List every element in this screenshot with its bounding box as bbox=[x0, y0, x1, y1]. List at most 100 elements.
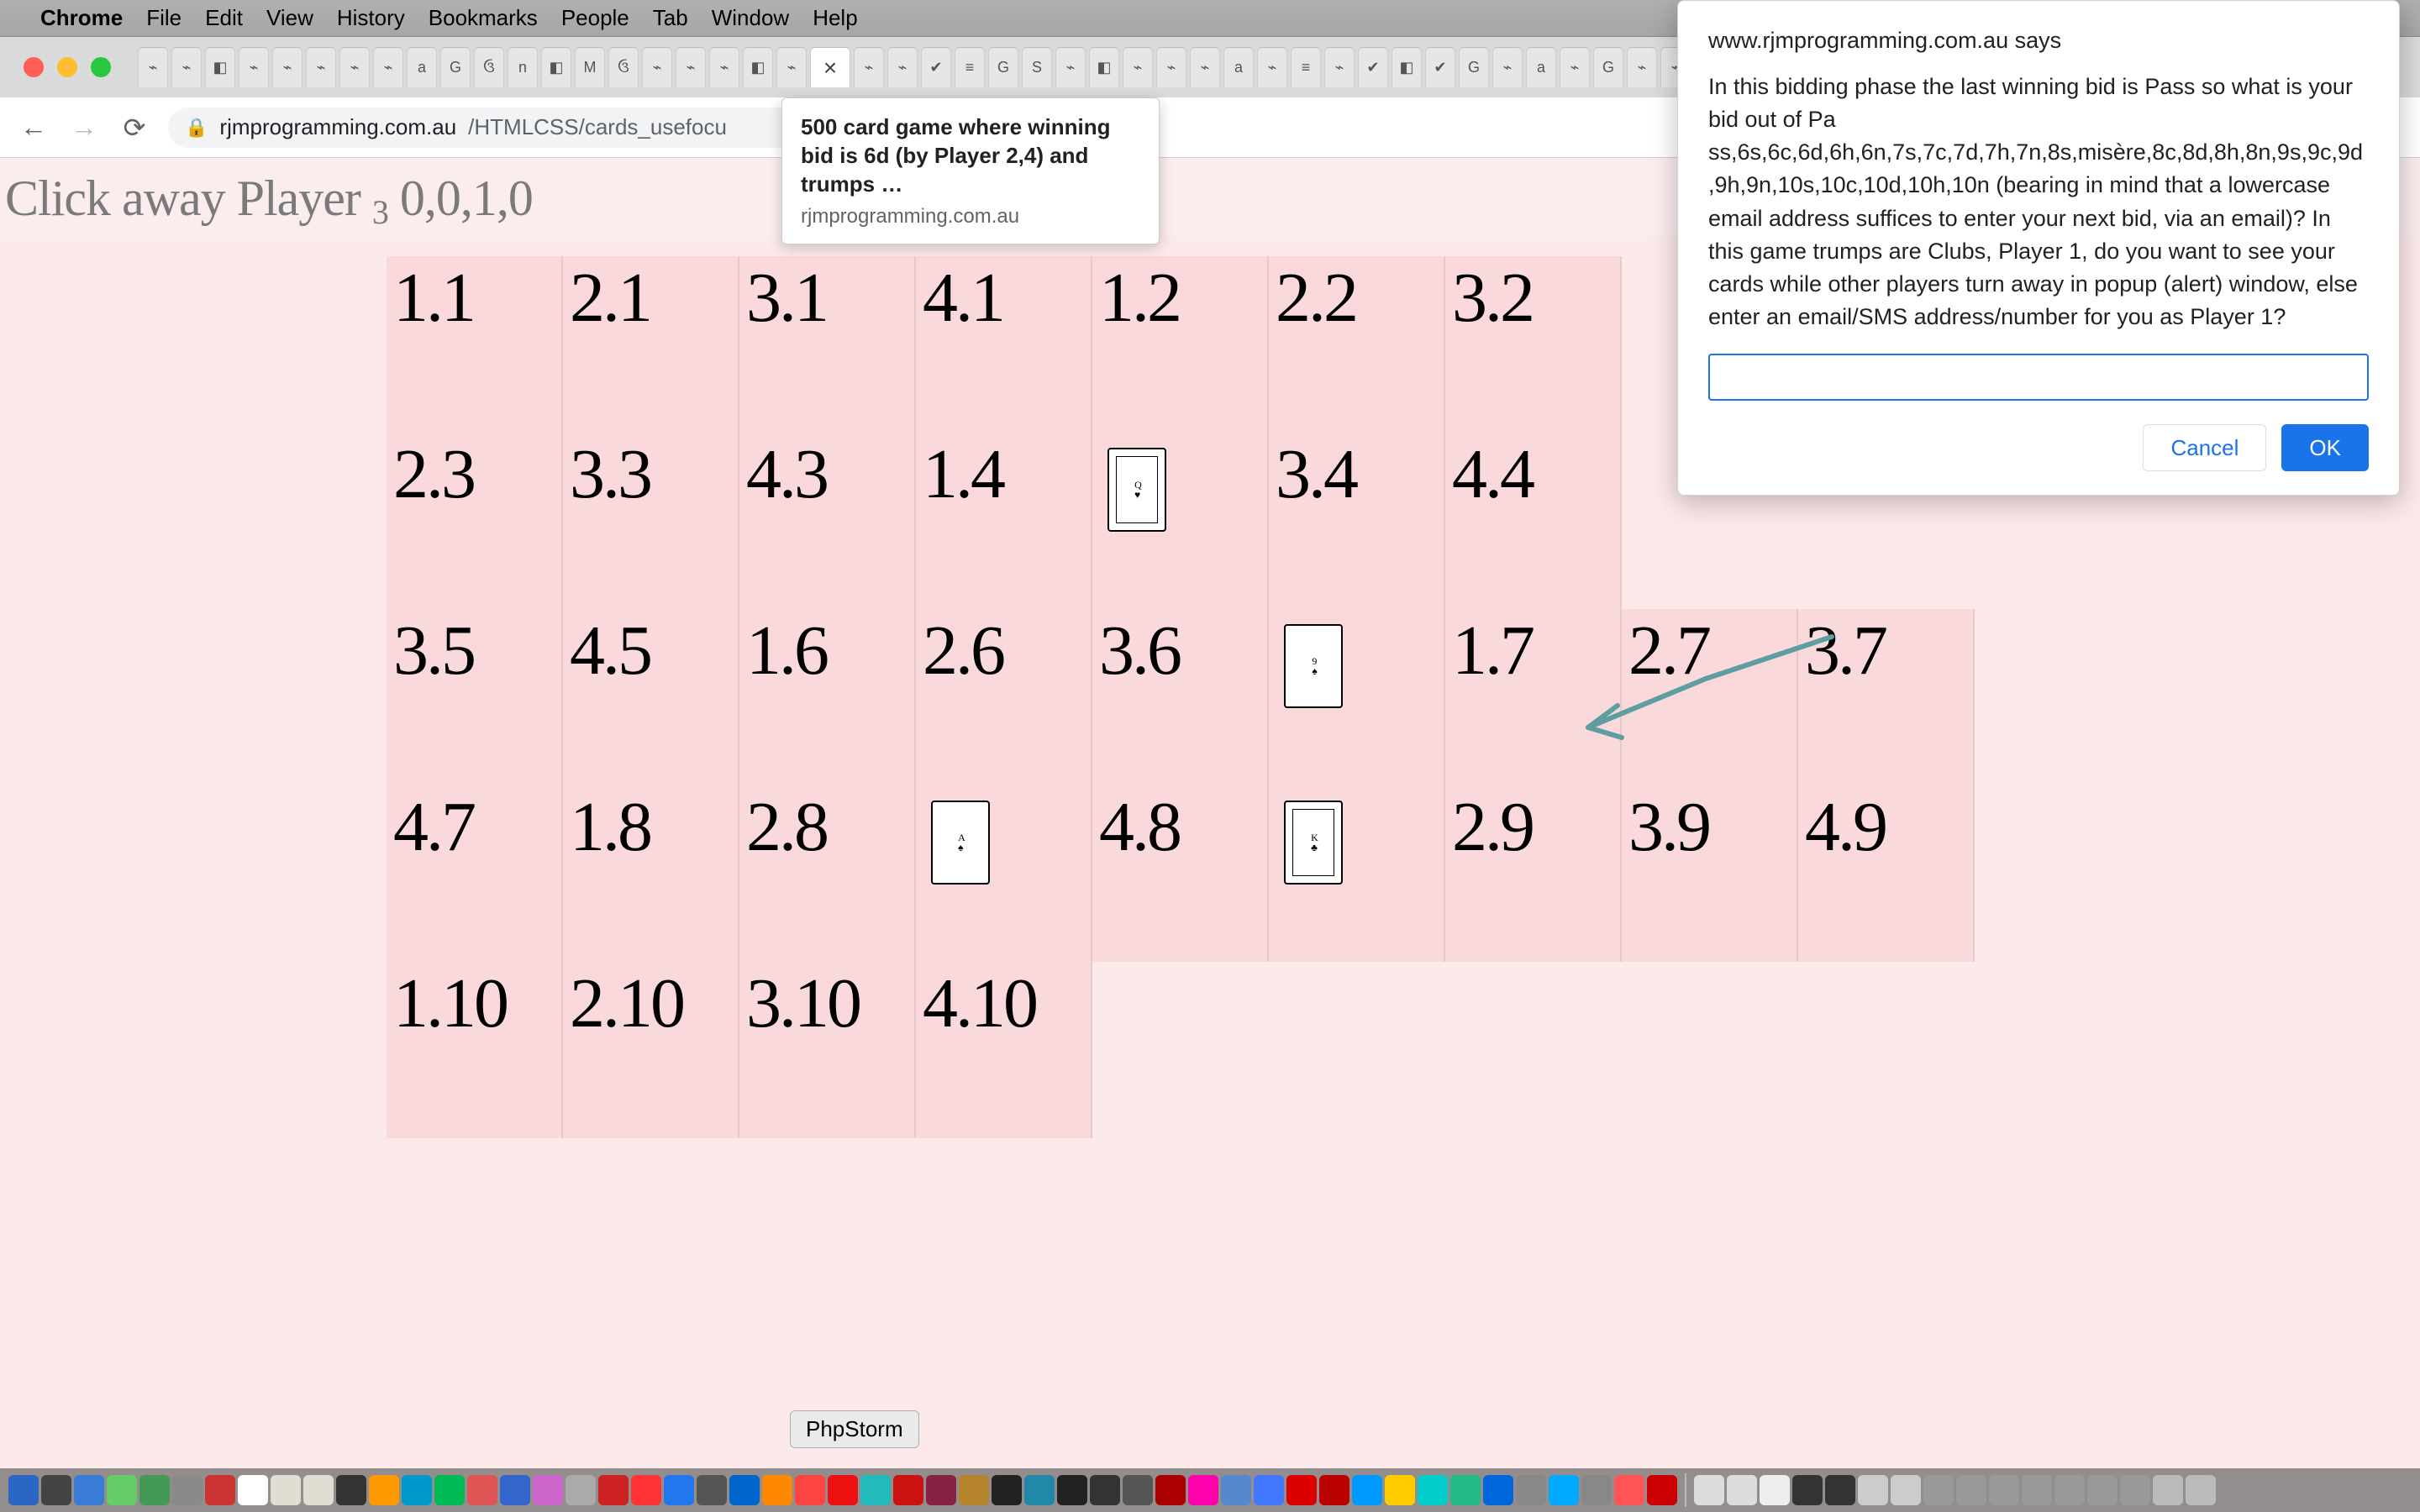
dock-app-icon[interactable] bbox=[139, 1475, 170, 1505]
menu-view[interactable]: View bbox=[266, 5, 313, 31]
dock-app-icon[interactable] bbox=[1549, 1475, 1579, 1505]
browser-tab[interactable]: ⌁ bbox=[306, 47, 336, 87]
card-cell[interactable]: 3.1 bbox=[739, 256, 916, 433]
card-cell[interactable]: 1.8 bbox=[563, 785, 739, 962]
browser-tab[interactable]: ✔ bbox=[1358, 47, 1388, 87]
dock-app-icon[interactable] bbox=[1188, 1475, 1218, 1505]
browser-tab[interactable]: ⌁ bbox=[1190, 47, 1220, 87]
dock-app-icon[interactable] bbox=[1286, 1475, 1317, 1505]
browser-tab[interactable]: ≡ bbox=[1291, 47, 1321, 87]
browser-tab[interactable]: ◧ bbox=[1392, 47, 1422, 87]
dock-app-icon[interactable] bbox=[1385, 1475, 1415, 1505]
dock-app-icon[interactable] bbox=[795, 1475, 825, 1505]
browser-tab[interactable]: M bbox=[575, 47, 605, 87]
dock-app-icon[interactable] bbox=[2087, 1475, 2118, 1505]
dock-app-icon[interactable] bbox=[1923, 1475, 1954, 1505]
dock-app-icon[interactable] bbox=[271, 1475, 301, 1505]
dock-app-icon[interactable] bbox=[2054, 1475, 2085, 1505]
browser-tab[interactable]: ✔ bbox=[921, 47, 951, 87]
card-cell[interactable]: 4.1 bbox=[916, 256, 1092, 433]
dock-app-icon[interactable] bbox=[2153, 1475, 2183, 1505]
browser-tab-active-close[interactable]: × bbox=[810, 47, 850, 87]
dock-phpstorm-icon[interactable] bbox=[959, 1475, 989, 1505]
menu-bookmarks[interactable]: Bookmarks bbox=[429, 5, 538, 31]
browser-tab[interactable]: a bbox=[407, 47, 437, 87]
dock-app-icon[interactable] bbox=[1450, 1475, 1481, 1505]
card-cell[interactable]: 2.1 bbox=[563, 256, 739, 433]
dock-app-icon[interactable] bbox=[893, 1475, 923, 1505]
dock-app-icon[interactable] bbox=[1090, 1475, 1120, 1505]
card-cell[interactable]: 1.4 bbox=[916, 433, 1092, 609]
dock-app-icon[interactable] bbox=[2022, 1475, 2052, 1505]
browser-tab[interactable]: G bbox=[1593, 47, 1623, 87]
dock-app-icon[interactable] bbox=[1123, 1475, 1153, 1505]
card-cell[interactable]: 2.7 bbox=[1622, 609, 1798, 785]
dock-app-icon[interactable] bbox=[172, 1475, 203, 1505]
dock-app-icon[interactable] bbox=[41, 1475, 71, 1505]
card-cell[interactable]: 3.3 bbox=[563, 433, 739, 609]
dock-app-icon[interactable] bbox=[74, 1475, 104, 1505]
menu-edit[interactable]: Edit bbox=[205, 5, 243, 31]
dock-app-icon[interactable] bbox=[205, 1475, 235, 1505]
card-cell[interactable]: 2.6 bbox=[916, 609, 1092, 785]
dock-app-icon[interactable] bbox=[500, 1475, 530, 1505]
dock-app-icon[interactable] bbox=[1792, 1475, 1823, 1505]
dock-app-icon[interactable] bbox=[1858, 1475, 1888, 1505]
card-cell[interactable]: 3.4 bbox=[1269, 433, 1445, 609]
browser-tab[interactable]: ◧ bbox=[541, 47, 571, 87]
app-name[interactable]: Chrome bbox=[40, 5, 123, 31]
card-cell[interactable]: K♣ bbox=[1269, 785, 1445, 962]
playing-card[interactable]: 9♠ bbox=[1284, 624, 1343, 708]
dock-app-icon[interactable] bbox=[402, 1475, 432, 1505]
browser-tab[interactable]: ⌁ bbox=[776, 47, 807, 87]
browser-tab[interactable]: ⌁ bbox=[1627, 47, 1657, 87]
dock-app-icon[interactable] bbox=[303, 1475, 334, 1505]
card-cell[interactable]: 4.4 bbox=[1445, 433, 1622, 609]
dock-app-icon[interactable] bbox=[1352, 1475, 1382, 1505]
dock-app-icon[interactable] bbox=[1825, 1475, 1855, 1505]
dock-app-icon[interactable] bbox=[1989, 1475, 2019, 1505]
browser-tab[interactable]: ઉ bbox=[474, 47, 504, 87]
card-cell[interactable]: 9♠ bbox=[1269, 609, 1445, 785]
playing-card[interactable]: A♠ bbox=[931, 801, 990, 885]
card-cell[interactable]: 1.2 bbox=[1092, 256, 1269, 433]
browser-tab[interactable]: ⌁ bbox=[373, 47, 403, 87]
back-button[interactable]: ← bbox=[17, 111, 50, 144]
browser-tab[interactable]: ⌁ bbox=[887, 47, 918, 87]
dock-app-icon[interactable] bbox=[762, 1475, 792, 1505]
card-cell[interactable]: 2.8 bbox=[739, 785, 916, 962]
dock-app-icon[interactable] bbox=[434, 1475, 465, 1505]
menu-file[interactable]: File bbox=[146, 5, 182, 31]
browser-tab[interactable]: ⌁ bbox=[1560, 47, 1590, 87]
card-cell[interactable]: 1.1 bbox=[387, 256, 563, 433]
dock-app-icon[interactable] bbox=[1483, 1475, 1513, 1505]
dock-app-icon[interactable] bbox=[1155, 1475, 1186, 1505]
dock-app-icon[interactable] bbox=[1581, 1475, 1612, 1505]
card-cell[interactable]: 3.2 bbox=[1445, 256, 1622, 433]
browser-tab[interactable]: ⌁ bbox=[676, 47, 706, 87]
browser-tab[interactable]: ⌁ bbox=[642, 47, 672, 87]
card-cell[interactable]: 4.5 bbox=[563, 609, 739, 785]
close-window-button[interactable] bbox=[24, 57, 44, 77]
browser-tab[interactable]: G bbox=[440, 47, 471, 87]
dock-app-icon[interactable] bbox=[566, 1475, 596, 1505]
dock-app-icon[interactable] bbox=[1418, 1475, 1448, 1505]
playing-card[interactable]: K♣ bbox=[1284, 801, 1343, 885]
dock-app-icon[interactable] bbox=[664, 1475, 694, 1505]
dock-app-icon[interactable] bbox=[1760, 1475, 1790, 1505]
dock-app-icon[interactable] bbox=[992, 1475, 1022, 1505]
browser-tab[interactable]: ◧ bbox=[205, 47, 235, 87]
dock-app-icon[interactable] bbox=[1221, 1475, 1251, 1505]
dock-app-icon[interactable] bbox=[729, 1475, 760, 1505]
card-cell[interactable]: 4.10 bbox=[916, 962, 1092, 1138]
dock-app-icon[interactable] bbox=[697, 1475, 727, 1505]
browser-tab[interactable]: ⌁ bbox=[1324, 47, 1355, 87]
dock-app-icon[interactable] bbox=[1614, 1475, 1644, 1505]
browser-tab[interactable]: n bbox=[508, 47, 538, 87]
dock-app-icon[interactable] bbox=[598, 1475, 629, 1505]
browser-tab[interactable]: G bbox=[988, 47, 1018, 87]
card-cell[interactable]: 2.3 bbox=[387, 433, 563, 609]
dock-app-icon[interactable] bbox=[1891, 1475, 1921, 1505]
card-cell[interactable]: 3.9 bbox=[1622, 785, 1798, 962]
dock-trash-icon[interactable] bbox=[2186, 1475, 2216, 1505]
